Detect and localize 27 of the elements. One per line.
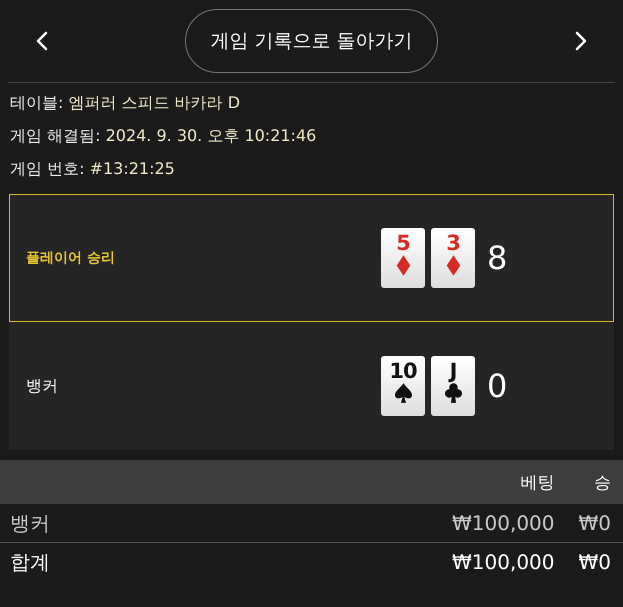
column-header: 베팅 [520, 472, 554, 492]
spade-suit-icon [394, 383, 412, 404]
row-label: 뱅커 [10, 510, 50, 534]
info-value: 2024. 9. 30. 오후 10:21:46 [106, 126, 316, 145]
hand-label: 뱅커 [26, 376, 59, 396]
hand-label: 플레이어 승리 [26, 249, 116, 267]
info-value: 엠퍼러 스피드 바카라 D [68, 93, 240, 112]
bet-amount: ₩100,000 [452, 550, 554, 574]
column-header: 승 [594, 472, 611, 492]
diamond-suit-icon [394, 255, 412, 276]
card-rank: 10 [389, 359, 417, 383]
info-label: 테이블: [10, 93, 64, 112]
hand-score: 0 [487, 367, 508, 405]
win-amount: ₩0 [578, 511, 611, 535]
club-suit-icon [444, 383, 462, 404]
bet-amount: ₩100,000 [452, 511, 554, 535]
card-rank: J [450, 359, 456, 383]
hand-score: 8 [487, 239, 508, 277]
row-label: 합계 [10, 550, 50, 574]
info-value: #13:21:25 [90, 159, 175, 178]
card-rank: 5 [396, 231, 410, 255]
info-label: 게임 번호: [10, 159, 84, 178]
card-rank: 3 [446, 231, 460, 255]
info-label: 게임 해결됨: [10, 126, 100, 145]
diamond-suit-icon [444, 255, 462, 276]
win-amount: ₩0 [578, 550, 611, 574]
back-to-history-button[interactable]: 게임 기록으로 돌아가기 [185, 9, 438, 73]
